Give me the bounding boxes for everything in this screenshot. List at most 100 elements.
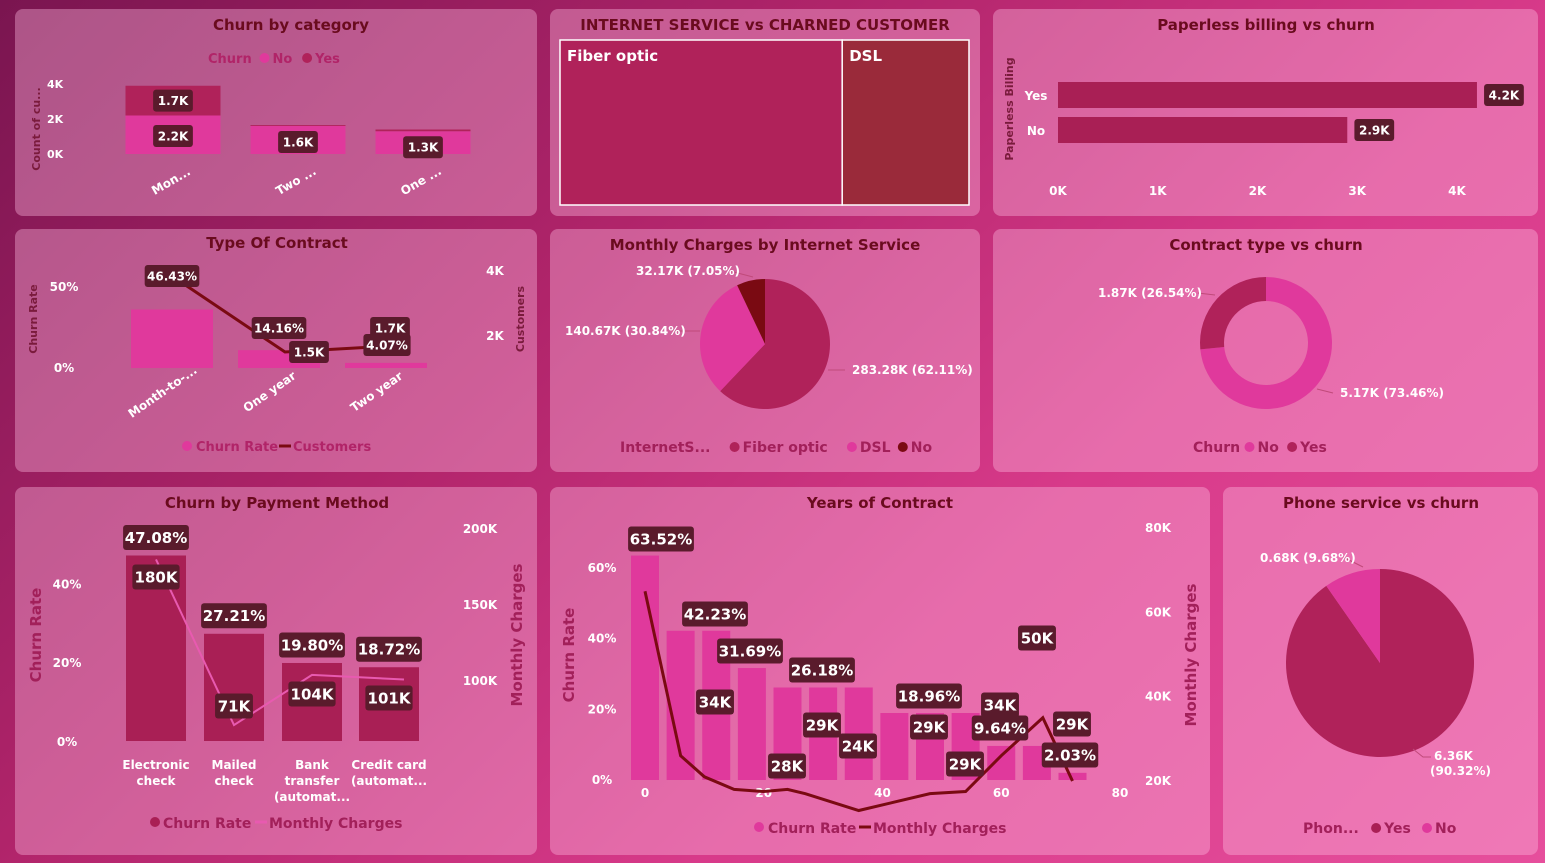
legend-item-fiber-optic: Fiber optic: [743, 440, 828, 456]
x-tick-label-1: 1K: [1149, 184, 1167, 198]
bar-churn-rate-0: [131, 309, 213, 368]
x-tick-label-0: 0K: [1049, 184, 1067, 198]
y2-axis-label: Monthly Charges: [508, 563, 526, 706]
years-of-contract-tile[interactable]: Years of Contract Churn Rate Monthly Charg…: [550, 487, 1210, 855]
x-tick-label-2-0: Bank: [295, 758, 330, 772]
leader-line-0: [1316, 388, 1334, 394]
legend-marker-churn-rate: [754, 822, 764, 832]
monthly-charges-internet-tile[interactable]: Monthly Charges by Internet Service 283.2…: [550, 229, 980, 472]
x-tick-label-0: 0: [641, 786, 649, 800]
bar-churn-rate-3: [737, 668, 766, 780]
legend-marker-1: [846, 442, 857, 452]
payment-method-chart: Churn by Payment Method Churn Rate Monthly…: [27, 494, 526, 832]
x-tick-label-3: 60: [993, 786, 1010, 800]
y-tick-label-1: 50%: [50, 280, 79, 294]
legend-marker-churn-rate: [182, 441, 192, 451]
phone-service-tile[interactable]: Phone service vs churn 0.68K (9.68%) 6.36K…: [1223, 487, 1538, 855]
slice-label-no: 0.68K (9.68%): [1260, 551, 1356, 565]
legend-marker-1: [1287, 442, 1298, 452]
x-tick-label-0: Mon...: [149, 164, 193, 197]
rate-label-3: 31.69%: [719, 642, 781, 660]
charges-label-2: 104K: [291, 685, 335, 703]
y2-tick-label-3: 80K: [1145, 521, 1172, 535]
chart-title: Monthly Charges by Internet Service: [610, 236, 921, 254]
data-label-yes-0: 1.7K: [158, 94, 189, 108]
legend-item-monthly-charges: Monthly Charges: [873, 821, 1006, 837]
rate-label-1: 27.21%: [203, 607, 265, 625]
x-tick-label-1-0: Mailed: [212, 758, 257, 772]
y-tick-label-0: 0%: [54, 361, 74, 375]
rate-label-1: 42.23%: [684, 605, 746, 623]
x-tick-label-4: 4K: [1448, 184, 1466, 198]
data-label-no-2: 1.3K: [408, 141, 439, 155]
bar-churn-rate-10: [987, 745, 1016, 780]
y-tick-label-0: 0%: [57, 735, 77, 749]
legend-item-churn-rate: Churn Rate: [163, 816, 251, 832]
legend-item-no: No: [1435, 821, 1457, 837]
legend-marker-0: [729, 442, 740, 452]
charges-label-1: 34K: [699, 693, 733, 711]
y-tick-label-0: Yes: [1024, 89, 1048, 103]
data-label-no-1: 1.6K: [283, 135, 314, 149]
slice-label-yes: 1.87K (26.54%): [1098, 286, 1202, 300]
y2-axis-label: Monthly Charges: [1182, 583, 1200, 726]
y-tick-label-1: 20%: [53, 656, 82, 670]
contract-vs-churn-donut: Contract type vs churn 5.17K (73.46%) 1.87…: [1098, 236, 1444, 456]
x-tick-label-3-0: Credit card: [351, 758, 426, 772]
rate-label-4: 26.18%: [791, 661, 853, 679]
slice-label-fiber-optic: 283.28K (62.11%): [852, 363, 973, 377]
x-tick-label-2: Two year: [348, 369, 406, 415]
y-tick-label-2: 40%: [53, 577, 82, 591]
legend-title: Churn: [1193, 440, 1240, 456]
charges-label-10: 34K: [984, 696, 1018, 714]
charges-label-5: 24K: [842, 737, 876, 755]
chart-title: Phone service vs churn: [1283, 494, 1479, 512]
x-tick-label-1: One year: [241, 369, 299, 416]
rate-label-2: 19.80%: [281, 636, 343, 654]
legend-title: Phon...: [1303, 821, 1359, 837]
y-tick-label-3: 60%: [588, 561, 617, 575]
charges-label-7: 29K: [913, 718, 947, 736]
churn-by-category-tile[interactable]: Churn by category Churn No Yes Count of cu..…: [15, 9, 537, 216]
leader-line-1: [1412, 748, 1431, 758]
x-tick-label-1: Two ...: [273, 164, 318, 198]
bar-yes-2: [375, 129, 471, 132]
legend-marker-0: [1371, 823, 1382, 833]
internet-service-tile[interactable]: INTERNET SERVICE vs CHARNED CUSTOMER Fibe…: [550, 9, 980, 216]
x-tick-label-1-1: check: [215, 774, 255, 788]
legend-item-monthly-charges: Monthly Charges: [269, 816, 402, 832]
x-tick-label-2: One ...: [398, 164, 444, 198]
legend-item-yes: Yes: [1299, 440, 1327, 456]
x-tick-label-0-1: check: [137, 774, 177, 788]
charges-label-4: 29K: [806, 716, 840, 734]
chart-title: Paperless billing vs churn: [1157, 16, 1375, 34]
monthly-charges-pie: Monthly Charges by Internet Service 283.2…: [565, 236, 973, 456]
x-tick-label-2-2: (automat...: [274, 790, 350, 804]
charges-label-0: 180K: [135, 568, 179, 586]
type-of-contract-chart: Type Of Contract Churn Rate Customers 0% 50%…: [27, 234, 527, 455]
data-label-1: 2.9K: [1359, 123, 1390, 137]
legend-marker-2: [897, 442, 908, 452]
legend-item-customers: Customers: [293, 440, 371, 455]
data-label-0: 4.2K: [1489, 88, 1520, 102]
x-tick-label-0: Month-to-...: [126, 363, 200, 421]
bar-churn-rate-7: [880, 713, 909, 780]
rate-label-0: 46.43%: [147, 269, 197, 283]
legend-marker-0: [259, 53, 270, 63]
y-axis-label: Churn Rate: [27, 588, 45, 683]
y2-tick-label-0: 100K: [463, 674, 498, 688]
payment-method-tile[interactable]: Churn by Payment Method Churn Rate Monthly…: [15, 487, 537, 855]
x-tick-label-0-0: Electronic: [122, 758, 189, 772]
x-tick-label-2-1: transfer: [285, 774, 340, 788]
y2-tick-label-0: 20K: [1145, 774, 1172, 788]
treemap-label-1: DSL: [849, 47, 882, 65]
y-tick-label-0: 0K: [47, 148, 64, 161]
y-axis-label: Count of cu...: [30, 87, 43, 170]
contract-vs-churn-tile[interactable]: Contract type vs churn 5.17K (73.46%) 1.87…: [993, 229, 1538, 472]
legend-item-churn-rate: Churn Rate: [196, 440, 278, 455]
chart-title: Contract type vs churn: [1169, 236, 1362, 254]
paperless-billing-tile[interactable]: Paperless billing vs churn Paperless Bill…: [993, 9, 1538, 216]
x-tick-label-4: 80: [1112, 786, 1129, 800]
years-of-contract-chart: Years of Contract Churn Rate Monthly Charg…: [560, 494, 1200, 837]
type-of-contract-tile[interactable]: Type Of Contract Churn Rate Customers 0% 50%…: [15, 229, 537, 472]
